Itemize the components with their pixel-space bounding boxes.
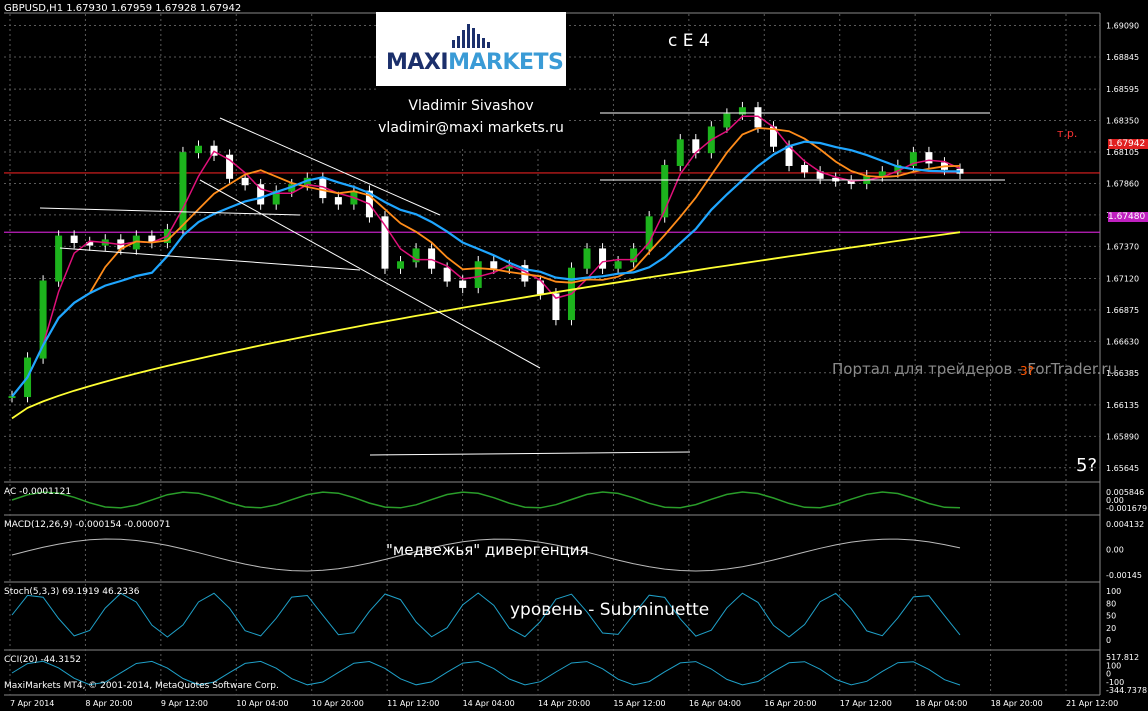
macd-tick: 0.004132 [1106,520,1144,529]
x-tick-label: 8 Apr 20:00 [85,699,132,708]
candle-body [474,261,482,288]
author-email: vladimir@maxi markets.ru [378,120,564,136]
candle-body [8,396,16,399]
author-name: Vladimir Sivashov [408,98,534,114]
y-tick-label: 1.65645 [1106,464,1139,473]
candle-body [676,139,684,166]
candle-body [459,280,467,288]
target-annotation: т.р. [1057,127,1078,140]
wave-cE4: c E 4 [668,31,710,51]
x-tick-label: 15 Apr 12:00 [613,699,665,708]
y-tick-label: 1.65890 [1106,432,1139,441]
x-tick-label: 7 Apr 2014 [10,699,54,708]
y-tick-label: 1.68595 [1106,85,1139,94]
y-tick-label: 1.67860 [1106,179,1139,188]
y-tick-label: 1.67120 [1106,274,1139,283]
x-tick-label: 17 Apr 12:00 [840,699,892,708]
candle-body [801,164,809,173]
ac-tick: -0.001679 [1106,504,1147,513]
subminuette-annotation: уровень - Subminuette [510,600,710,620]
logo-background: MAXIMARKETS [376,12,566,86]
candle-body [599,248,607,269]
symbol-info: GBPUSD,H1 1.67930 1.67959 1.67928 1.6794… [4,3,242,14]
candle-body [55,235,63,282]
stoch-tick: 20 [1106,624,1116,633]
candle-body [179,152,187,231]
portal-annotation: Портал для трейдеров - ForTrader.ru [832,360,1118,378]
three-question: 3? [1020,364,1035,378]
y-tick-label: 1.66135 [1106,401,1139,410]
macd-tick: -0.00145 [1106,571,1142,580]
candle-body [878,171,886,177]
stoch-tick: 0 [1106,636,1111,645]
candle-body [194,145,202,154]
y-tick-label: 1.68350 [1106,117,1139,126]
cci-label: CCI(20) -44.3152 [4,655,82,665]
candle-body [490,261,498,269]
cci-tick: -344.7378 [1106,686,1147,695]
x-tick-label: 18 Apr 20:00 [991,699,1043,708]
y-tick-label: 1.66630 [1106,337,1139,346]
time-axis: 7 Apr 2014 8 Apr 20:00 9 Apr 12:00 10 Apr 0… [10,699,1118,708]
candle-body [443,267,451,282]
candle-body [70,235,78,244]
candle-body [397,261,405,269]
copyright: MaxiMarkets MT4, © 2001-2014, MetaQuotes… [4,681,279,691]
x-tick-label: 18 Apr 04:00 [915,699,967,708]
logo-box: MAXIMARKETS Vladimir Sivashov vladimir@m… [376,12,566,146]
x-tick-label: 16 Apr 20:00 [764,699,816,708]
macd-label: MACD(12,26,9) -0.000154 -0.000071 [4,520,171,530]
stoch-label: Stoch(5,3,3) 69.1919 46.2336 [4,587,140,597]
candle-body [428,248,436,269]
y-tick-label: 1.68845 [1106,53,1139,62]
y-tick-label: 1.67370 [1106,242,1139,251]
ac-label: AC -0.0001121 [4,487,72,497]
candle-body [334,197,342,205]
candle-body [614,261,622,269]
candle-body [723,113,731,128]
stoch-tick: 50 [1106,612,1116,621]
logo-markets: MARKETS [448,50,564,75]
logo-wordmark: MAXIMARKETS [386,50,564,75]
x-tick-label: 21 Apr 12:00 [1066,699,1118,708]
x-tick-label: 14 Apr 04:00 [463,699,515,708]
x-tick-label: 11 Apr 12:00 [387,699,439,708]
logo-bars-icon [452,22,492,48]
y-tick-label: 1.68105 [1106,148,1139,157]
current-price-label: 1.67942 [1108,139,1148,149]
x-tick-label: 9 Apr 12:00 [161,699,208,708]
x-tick-label: 10 Apr 20:00 [312,699,364,708]
x-tick-label: 10 Apr 04:00 [236,699,288,708]
y-tick-label: 1.69090 [1106,22,1139,31]
logo-maxi: MAXI [386,50,449,75]
divergence-annotation: "медвежья" дивергенция [386,541,589,559]
stoch-tick: 100 [1106,587,1121,596]
stoch-tick: 80 [1106,599,1116,608]
candle-body [583,248,591,269]
x-tick-label: 16 Apr 04:00 [689,699,741,708]
five-question: 5? [1076,455,1098,476]
candle-body [241,177,249,186]
y-tick-label: 1.66875 [1106,306,1139,315]
magenta-level-label: 1.67480 [1108,212,1148,222]
x-tick-label: 14 Apr 20:00 [538,699,590,708]
macd-tick: 0.00 [1106,546,1124,555]
